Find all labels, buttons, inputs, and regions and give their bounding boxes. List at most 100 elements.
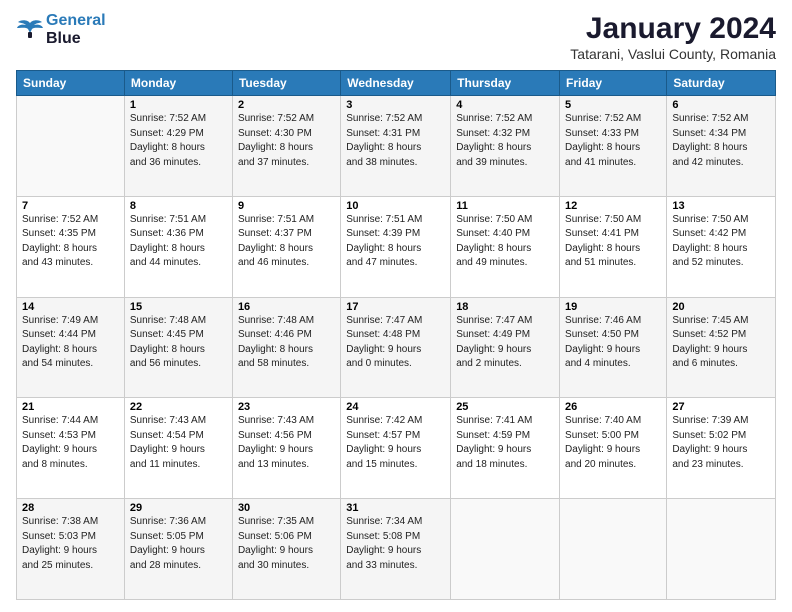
day-number: 16	[238, 301, 335, 313]
calendar-cell	[17, 96, 125, 197]
weekday-header: Saturday	[667, 71, 776, 96]
calendar-cell: 8 Sunrise: 7:51 AMSunset: 4:36 PMDayligh…	[124, 196, 232, 297]
calendar-cell: 17 Sunrise: 7:47 AMSunset: 4:48 PMDaylig…	[341, 297, 451, 398]
day-number: 11	[456, 200, 554, 212]
day-info: Sunrise: 7:48 AMSunset: 4:46 PMDaylight:…	[238, 314, 335, 372]
day-info: Sunrise: 7:52 AMSunset: 4:33 PMDaylight:…	[565, 112, 661, 170]
day-info: Sunrise: 7:52 AMSunset: 4:34 PMDaylight:…	[672, 112, 770, 170]
day-number: 6	[672, 99, 770, 111]
day-info: Sunrise: 7:52 AMSunset: 4:32 PMDaylight:…	[456, 112, 554, 170]
day-number: 17	[346, 301, 445, 313]
day-info: Sunrise: 7:50 AMSunset: 4:42 PMDaylight:…	[672, 213, 770, 271]
calendar-week-row: 21 Sunrise: 7:44 AMSunset: 4:53 PMDaylig…	[17, 398, 776, 499]
day-info: Sunrise: 7:43 AMSunset: 4:56 PMDaylight:…	[238, 414, 335, 472]
day-info: Sunrise: 7:43 AMSunset: 4:54 PMDaylight:…	[130, 414, 227, 472]
day-number: 29	[130, 502, 227, 514]
logo-blue: Blue	[46, 30, 106, 48]
calendar-cell: 26 Sunrise: 7:40 AMSunset: 5:00 PMDaylig…	[560, 398, 667, 499]
day-info: Sunrise: 7:49 AMSunset: 4:44 PMDaylight:…	[22, 314, 119, 372]
day-number: 20	[672, 301, 770, 313]
day-number: 9	[238, 200, 335, 212]
day-info: Sunrise: 7:50 AMSunset: 4:41 PMDaylight:…	[565, 213, 661, 271]
day-number: 24	[346, 401, 445, 413]
weekday-header: Tuesday	[232, 71, 340, 96]
day-info: Sunrise: 7:35 AMSunset: 5:06 PMDaylight:…	[238, 515, 335, 573]
day-number: 31	[346, 502, 445, 514]
day-number: 26	[565, 401, 661, 413]
day-info: Sunrise: 7:36 AMSunset: 5:05 PMDaylight:…	[130, 515, 227, 573]
logo-general: General	[46, 12, 106, 29]
calendar-cell: 3 Sunrise: 7:52 AMSunset: 4:31 PMDayligh…	[341, 96, 451, 197]
day-number: 8	[130, 200, 227, 212]
calendar-cell: 9 Sunrise: 7:51 AMSunset: 4:37 PMDayligh…	[232, 196, 340, 297]
calendar-cell: 6 Sunrise: 7:52 AMSunset: 4:34 PMDayligh…	[667, 96, 776, 197]
logo-icon	[16, 19, 44, 41]
calendar-cell: 1 Sunrise: 7:52 AMSunset: 4:29 PMDayligh…	[124, 96, 232, 197]
day-info: Sunrise: 7:52 AMSunset: 4:29 PMDaylight:…	[130, 112, 227, 170]
logo: General Blue	[16, 12, 106, 47]
calendar-cell: 30 Sunrise: 7:35 AMSunset: 5:06 PMDaylig…	[232, 499, 340, 600]
calendar-cell: 20 Sunrise: 7:45 AMSunset: 4:52 PMDaylig…	[667, 297, 776, 398]
day-info: Sunrise: 7:48 AMSunset: 4:45 PMDaylight:…	[130, 314, 227, 372]
calendar-cell: 23 Sunrise: 7:43 AMSunset: 4:56 PMDaylig…	[232, 398, 340, 499]
calendar-cell: 12 Sunrise: 7:50 AMSunset: 4:41 PMDaylig…	[560, 196, 667, 297]
calendar-cell: 4 Sunrise: 7:52 AMSunset: 4:32 PMDayligh…	[451, 96, 560, 197]
calendar-cell	[560, 499, 667, 600]
day-number: 13	[672, 200, 770, 212]
calendar-subtitle: Tatarani, Vaslui County, Romania	[570, 46, 776, 62]
calendar-cell: 28 Sunrise: 7:38 AMSunset: 5:03 PMDaylig…	[17, 499, 125, 600]
calendar-cell: 18 Sunrise: 7:47 AMSunset: 4:49 PMDaylig…	[451, 297, 560, 398]
day-number: 4	[456, 99, 554, 111]
day-number: 10	[346, 200, 445, 212]
calendar-week-row: 7 Sunrise: 7:52 AMSunset: 4:35 PMDayligh…	[17, 196, 776, 297]
day-number: 12	[565, 200, 661, 212]
weekday-header: Thursday	[451, 71, 560, 96]
day-number: 19	[565, 301, 661, 313]
day-info: Sunrise: 7:51 AMSunset: 4:37 PMDaylight:…	[238, 213, 335, 271]
calendar-table: SundayMondayTuesdayWednesdayThursdayFrid…	[16, 70, 776, 600]
day-number: 15	[130, 301, 227, 313]
day-number: 1	[130, 99, 227, 111]
logo-text: General Blue	[46, 12, 106, 47]
calendar-week-row: 14 Sunrise: 7:49 AMSunset: 4:44 PMDaylig…	[17, 297, 776, 398]
day-number: 28	[22, 502, 119, 514]
day-info: Sunrise: 7:34 AMSunset: 5:08 PMDaylight:…	[346, 515, 445, 573]
calendar-cell: 13 Sunrise: 7:50 AMSunset: 4:42 PMDaylig…	[667, 196, 776, 297]
calendar-cell: 11 Sunrise: 7:50 AMSunset: 4:40 PMDaylig…	[451, 196, 560, 297]
title-block: January 2024 Tatarani, Vaslui County, Ro…	[570, 12, 776, 62]
calendar-cell: 27 Sunrise: 7:39 AMSunset: 5:02 PMDaylig…	[667, 398, 776, 499]
calendar-cell: 14 Sunrise: 7:49 AMSunset: 4:44 PMDaylig…	[17, 297, 125, 398]
day-number: 7	[22, 200, 119, 212]
day-info: Sunrise: 7:44 AMSunset: 4:53 PMDaylight:…	[22, 414, 119, 472]
day-info: Sunrise: 7:42 AMSunset: 4:57 PMDaylight:…	[346, 414, 445, 472]
day-number: 22	[130, 401, 227, 413]
day-number: 14	[22, 301, 119, 313]
weekday-header: Sunday	[17, 71, 125, 96]
day-info: Sunrise: 7:39 AMSunset: 5:02 PMDaylight:…	[672, 414, 770, 472]
calendar-cell: 21 Sunrise: 7:44 AMSunset: 4:53 PMDaylig…	[17, 398, 125, 499]
calendar-cell	[667, 499, 776, 600]
day-info: Sunrise: 7:51 AMSunset: 4:39 PMDaylight:…	[346, 213, 445, 271]
day-info: Sunrise: 7:40 AMSunset: 5:00 PMDaylight:…	[565, 414, 661, 472]
weekday-header: Wednesday	[341, 71, 451, 96]
calendar-cell: 7 Sunrise: 7:52 AMSunset: 4:35 PMDayligh…	[17, 196, 125, 297]
day-info: Sunrise: 7:51 AMSunset: 4:36 PMDaylight:…	[130, 213, 227, 271]
calendar-header-row: SundayMondayTuesdayWednesdayThursdayFrid…	[17, 71, 776, 96]
day-number: 25	[456, 401, 554, 413]
calendar-cell: 10 Sunrise: 7:51 AMSunset: 4:39 PMDaylig…	[341, 196, 451, 297]
day-number: 23	[238, 401, 335, 413]
calendar-cell: 22 Sunrise: 7:43 AMSunset: 4:54 PMDaylig…	[124, 398, 232, 499]
day-info: Sunrise: 7:52 AMSunset: 4:35 PMDaylight:…	[22, 213, 119, 271]
calendar-cell	[451, 499, 560, 600]
day-info: Sunrise: 7:52 AMSunset: 4:30 PMDaylight:…	[238, 112, 335, 170]
calendar-cell: 5 Sunrise: 7:52 AMSunset: 4:33 PMDayligh…	[560, 96, 667, 197]
day-number: 3	[346, 99, 445, 111]
day-number: 18	[456, 301, 554, 313]
weekday-header: Monday	[124, 71, 232, 96]
calendar-page: General Blue January 2024 Tatarani, Vasl…	[0, 0, 792, 612]
day-info: Sunrise: 7:47 AMSunset: 4:48 PMDaylight:…	[346, 314, 445, 372]
calendar-cell: 31 Sunrise: 7:34 AMSunset: 5:08 PMDaylig…	[341, 499, 451, 600]
calendar-cell: 2 Sunrise: 7:52 AMSunset: 4:30 PMDayligh…	[232, 96, 340, 197]
day-info: Sunrise: 7:50 AMSunset: 4:40 PMDaylight:…	[456, 213, 554, 271]
calendar-cell: 19 Sunrise: 7:46 AMSunset: 4:50 PMDaylig…	[560, 297, 667, 398]
